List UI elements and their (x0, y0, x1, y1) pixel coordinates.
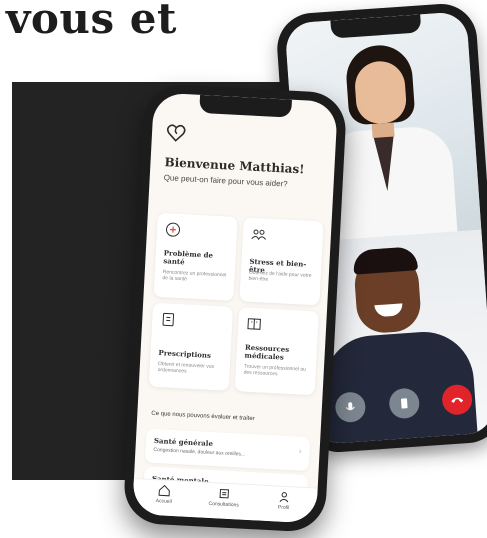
book-icon (247, 318, 261, 330)
plus-circle-icon (166, 222, 181, 237)
card-title: Prescriptions (158, 348, 212, 360)
card-desc: Obtenez de l'aide pour votre bien-être (248, 269, 312, 283)
people-icon (251, 229, 267, 241)
chevron-right-icon: › (298, 446, 302, 456)
tab-label: Consultations (208, 500, 239, 509)
card-stress-wellbeing[interactable]: Stress et bien-être Obtenez de l'aide po… (239, 217, 324, 306)
card-prescriptions[interactable]: Prescriptions Obtenir et renouveler vos … (148, 302, 234, 391)
app-screen: Bienvenue Matthias! Que peut-on faire po… (132, 92, 338, 524)
card-desc: Obtenir et renouveler vos ordonnances (157, 361, 215, 375)
card-title: Ressources médicales (244, 342, 290, 362)
heart-logo-icon (166, 124, 186, 142)
list-item-general-health[interactable]: Santé générale Congestion nasale, douleu… (144, 428, 311, 472)
home-icon (158, 484, 170, 497)
welcome-subtitle: Que peut-on faire pour vous aider? (163, 173, 288, 189)
card-desc: Rencontrez un professionnel de la santé (162, 269, 227, 283)
app-phone: Bienvenue Matthias! Que peut-on faire po… (122, 83, 348, 533)
phone-device-icon (400, 398, 408, 409)
tab-label: Profil (277, 504, 290, 512)
end-call-icon (451, 397, 464, 404)
list-item-subtitle: Congestion nasale, douleur aux oreilles.… (153, 446, 246, 458)
tab-label: Accueil (155, 498, 172, 505)
headline: vous et (6, 0, 177, 43)
card-medical-resources[interactable]: Ressources médicales Trouver un professi… (234, 307, 319, 396)
card-health-problem[interactable]: Problème de santé Rencontrez un professi… (153, 212, 238, 301)
tab-profile[interactable]: Profil (258, 490, 309, 513)
prescription-icon (162, 312, 175, 327)
section-title: Ce que nous pouvons évaluer et traiter (151, 410, 255, 423)
card-desc: Trouver un professionnel ou des ressourc… (243, 363, 307, 378)
mute-icon (346, 402, 355, 411)
card-title: Problème de santé (163, 248, 214, 267)
list-icon (219, 488, 229, 499)
phone-notch (199, 94, 292, 118)
person-icon (279, 492, 289, 503)
list-item-title: Santé générale (153, 435, 214, 449)
tab-home[interactable]: Accueil (139, 483, 190, 506)
patient-hair (352, 246, 419, 276)
tab-consultations[interactable]: Consultations (199, 486, 250, 509)
